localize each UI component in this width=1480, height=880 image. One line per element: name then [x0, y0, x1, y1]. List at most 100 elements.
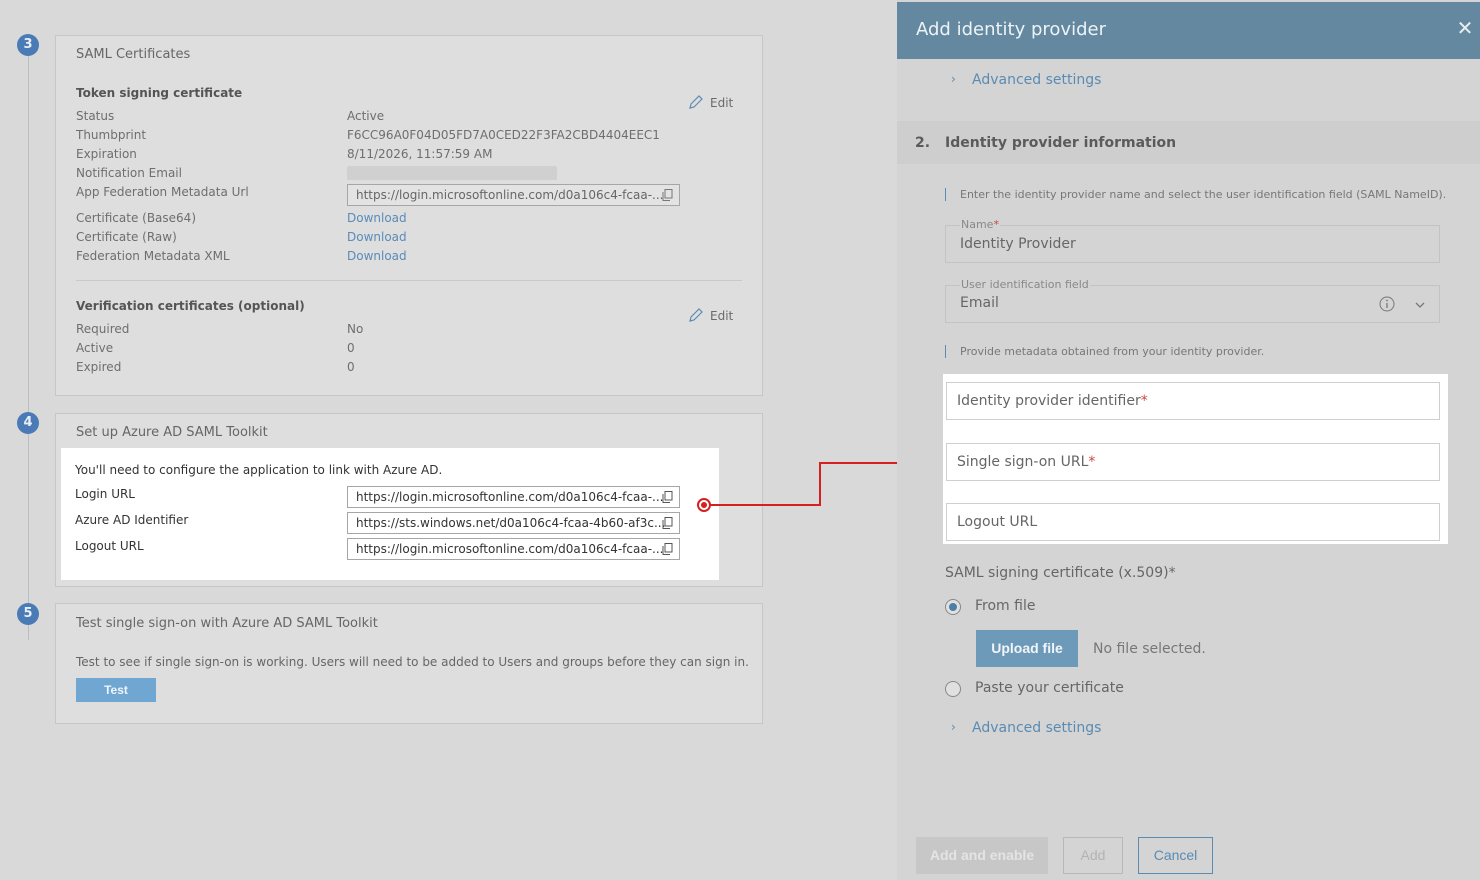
- no-file-selected-text: No file selected.: [1093, 641, 1206, 657]
- saml-certificates-card: SAML Certificates Token signing certific…: [55, 35, 763, 396]
- sso-url-input[interactable]: Single sign-on URL*: [946, 443, 1440, 481]
- name-field-label: Name*: [960, 218, 1000, 231]
- divider: [76, 280, 742, 281]
- login-url-label: Login URL: [75, 487, 135, 501]
- copy-icon[interactable]: [662, 189, 673, 201]
- copy-icon[interactable]: [662, 491, 673, 503]
- cert-base64-download-link[interactable]: Download: [347, 211, 407, 225]
- hint-identity-info: Enter the identity provider name and sel…: [945, 188, 1446, 201]
- pencil-icon: [689, 308, 703, 322]
- step-number-4: 4: [17, 412, 39, 434]
- idp-identifier-input[interactable]: Identity provider identifier*: [946, 382, 1440, 420]
- cancel-button[interactable]: Cancel: [1138, 837, 1213, 874]
- notification-email-label: Notification Email: [76, 166, 182, 180]
- pencil-icon: [689, 95, 703, 109]
- expiration-label: Expiration: [76, 147, 137, 161]
- metadata-url-field[interactable]: https://login.microsoftonline.com/d0a106…: [347, 184, 680, 206]
- federation-xml-download-link[interactable]: Download: [347, 249, 407, 263]
- section-header: 2. Identity provider information: [897, 121, 1480, 164]
- add-button[interactable]: Add: [1063, 837, 1123, 874]
- cert-raw-label: Certificate (Raw): [76, 230, 177, 244]
- hint-metadata: Provide metadata obtained from your iden…: [945, 345, 1264, 358]
- logout-url-input[interactable]: Logout URL: [946, 503, 1440, 541]
- saml-signing-cert-label: SAML signing certificate (x.509)*: [945, 565, 1176, 581]
- uid-field-value: Email: [960, 295, 999, 311]
- close-icon[interactable]: ✕: [1454, 17, 1476, 39]
- edit-verification-button[interactable]: Edit: [688, 307, 733, 323]
- advanced-settings-bottom-link[interactable]: Advanced settings: [972, 720, 1101, 736]
- expiration-value: 8/11/2026, 11:57:59 AM: [347, 147, 493, 161]
- azure-ad-identifier-label: Azure AD Identifier: [75, 513, 189, 527]
- test-description: Test to see if single sign-on is working…: [76, 655, 749, 669]
- required-label: Required: [76, 322, 130, 336]
- required-asterisk: *: [1140, 393, 1148, 409]
- logout-url-text: https://login.microsoftonline.com/d0a106…: [356, 542, 664, 556]
- card-title: SAML Certificates: [76, 47, 191, 62]
- notification-email-value-redacted: [347, 166, 557, 180]
- logout-url-label: Logout URL: [75, 539, 144, 553]
- idp-identifier-text: Identity provider identifier: [957, 393, 1141, 409]
- login-url-field[interactable]: https://login.microsoftonline.com/d0a106…: [347, 486, 680, 508]
- test-button[interactable]: Test: [76, 678, 156, 702]
- required-value: No: [347, 322, 364, 336]
- expired-value: 0: [347, 360, 355, 374]
- user-identification-select[interactable]: User identification field Email: [945, 278, 1440, 323]
- required-asterisk: *: [993, 218, 999, 231]
- panel-title: Add identity provider: [916, 19, 1106, 40]
- edit-label: Edit: [710, 309, 734, 323]
- token-signing-heading: Token signing certificate: [76, 86, 243, 100]
- thumbprint-label: Thumbprint: [76, 128, 147, 142]
- paste-certificate-label: Paste your certificate: [975, 680, 1124, 696]
- metadata-url-label: App Federation Metadata Url: [76, 185, 249, 199]
- azure-ad-identifier-text: https://sts.windows.net/d0a106c4-fcaa-4b…: [356, 516, 666, 530]
- sso-url-text: Single sign-on URL: [957, 454, 1089, 470]
- thumbprint-value: F6CC96A0F04D05FD7A0CED22F3FA2CBD4404EEC1: [347, 128, 660, 142]
- metadata-url-text: https://login.microsoftonline.com/d0a106…: [356, 188, 664, 202]
- cert-base64-label: Certificate (Base64): [76, 211, 196, 225]
- logout-url-field[interactable]: https://login.microsoftonline.com/d0a106…: [347, 538, 680, 560]
- cert-raw-download-link[interactable]: Download: [347, 230, 407, 244]
- step-number-3: 3: [17, 34, 39, 56]
- chevron-right-icon: ›: [951, 72, 956, 86]
- azure-ad-identifier-field[interactable]: https://sts.windows.net/d0a106c4-fcaa-4b…: [347, 512, 680, 534]
- chevron-down-icon[interactable]: [1413, 298, 1427, 312]
- required-asterisk: *: [1088, 454, 1096, 470]
- status-value: Active: [347, 109, 385, 123]
- name-field-value: Identity Provider: [960, 236, 1076, 252]
- verification-heading: Verification certificates (optional): [76, 299, 305, 313]
- paste-certificate-radio[interactable]: [945, 681, 961, 697]
- step-timeline: [28, 40, 29, 640]
- step-number-5: 5: [17, 603, 39, 625]
- federation-xml-label: Federation Metadata XML: [76, 249, 230, 263]
- name-label-text: Name: [961, 218, 994, 231]
- active-label: Active: [76, 341, 114, 355]
- active-value: 0: [347, 341, 355, 355]
- panel-header: Add identity provider ✕: [897, 2, 1480, 59]
- login-url-text: https://login.microsoftonline.com/d0a106…: [356, 490, 664, 504]
- edit-token-signing-button[interactable]: Edit: [688, 94, 733, 110]
- idp-identifier-placeholder: Identity provider identifier*: [957, 393, 1148, 409]
- card-title: Test single sign-on with Azure AD SAML T…: [76, 616, 378, 631]
- metadata-highlight-box: Identity provider identifier* Single sig…: [943, 374, 1448, 544]
- advanced-settings-top-link[interactable]: Advanced settings: [972, 72, 1101, 88]
- section-title: Identity provider information: [945, 135, 1177, 151]
- setup-highlight-box: You'll need to configure the application…: [61, 448, 719, 580]
- from-file-label: From file: [975, 598, 1036, 614]
- card-title: Set up Azure AD SAML Toolkit: [76, 425, 268, 440]
- copy-icon[interactable]: [662, 543, 673, 555]
- name-field[interactable]: Name* Identity Provider: [945, 218, 1440, 263]
- from-file-radio[interactable]: [945, 599, 961, 615]
- expired-label: Expired: [76, 360, 122, 374]
- info-icon[interactable]: [1379, 296, 1395, 312]
- sso-url-placeholder: Single sign-on URL*: [957, 454, 1095, 470]
- setup-intro-text: You'll need to configure the application…: [75, 463, 443, 477]
- edit-label: Edit: [710, 96, 734, 110]
- logout-url-placeholder: Logout URL: [957, 514, 1038, 530]
- copy-icon[interactable]: [662, 517, 673, 529]
- add-and-enable-button[interactable]: Add and enable: [916, 837, 1048, 874]
- upload-file-button[interactable]: Upload file: [976, 630, 1078, 667]
- status-label: Status: [76, 109, 115, 123]
- chevron-right-icon: ›: [951, 720, 956, 734]
- test-sso-card: Test single sign-on with Azure AD SAML T…: [55, 603, 763, 724]
- uid-field-label: User identification field: [960, 278, 1090, 291]
